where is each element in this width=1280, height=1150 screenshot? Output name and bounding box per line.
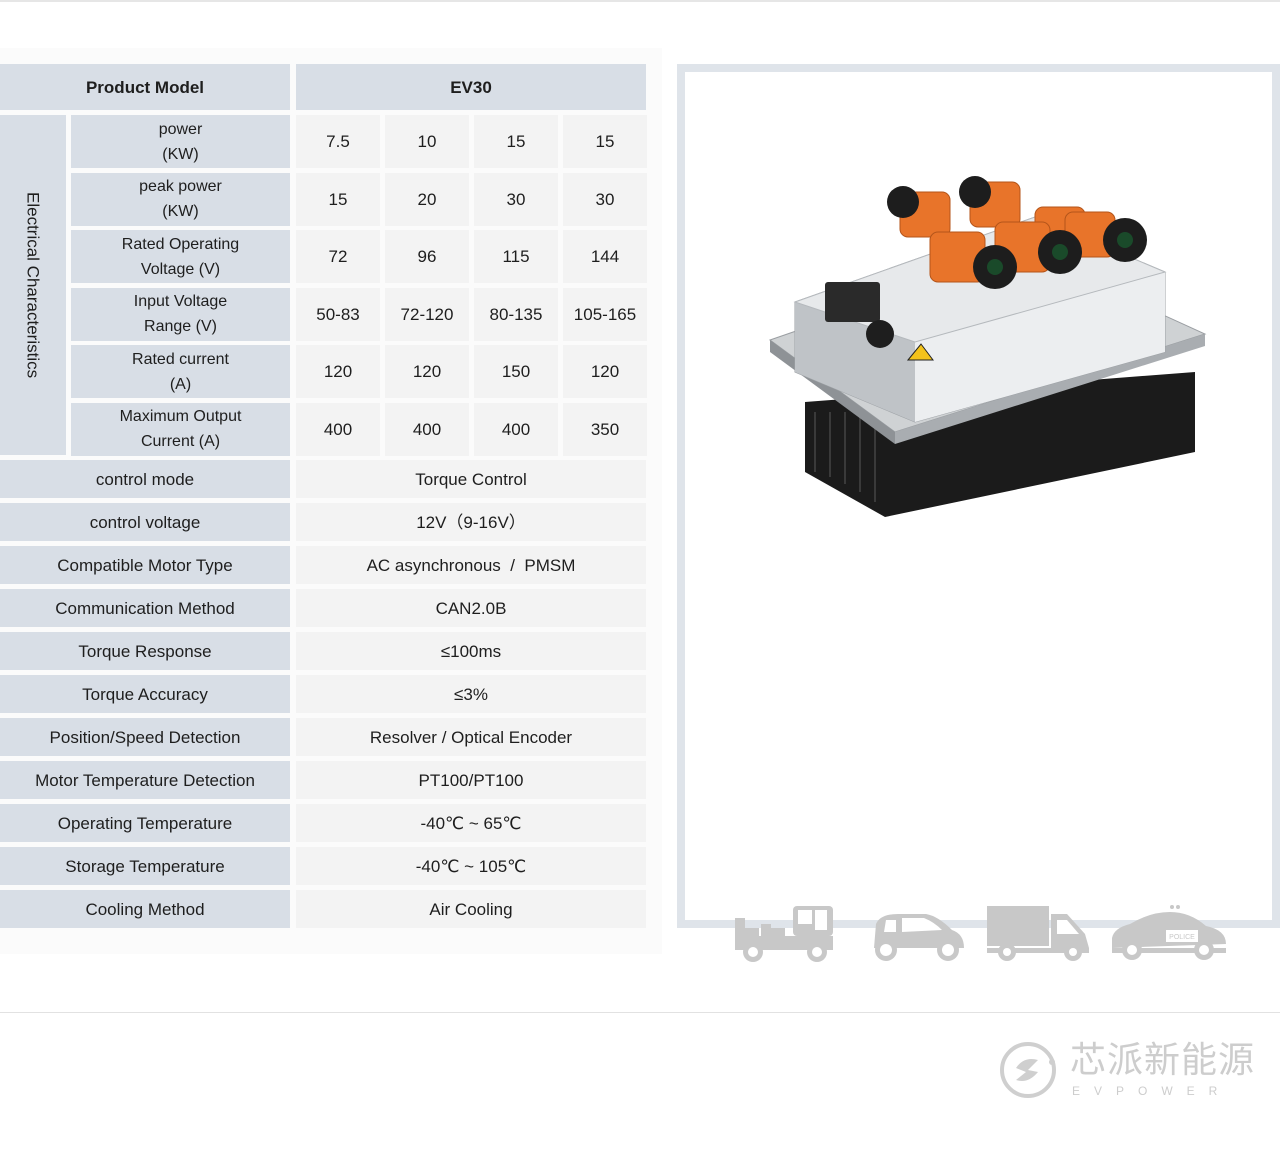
header-label: Product Model (0, 64, 290, 110)
spec-row-label: Motor Temperature Detection (0, 761, 290, 799)
label-line-1: Maximum Output (119, 408, 242, 425)
utility-truck-icon (735, 906, 833, 962)
label-line-1: Rated current (132, 350, 229, 368)
electrical-value-cell: 50-83 (296, 287, 380, 341)
spec-row-label: Torque Response (0, 632, 290, 670)
electrical-value-cell: 400 (385, 402, 469, 456)
electrical-row-label: peak power (KW) (71, 172, 290, 226)
electrical-value-cell: 30 (474, 172, 558, 226)
electrical-value-cell: 10 (385, 115, 469, 168)
electrical-row-label: Rated Operating Voltage (V) (71, 230, 290, 283)
electrical-value-cell: 15 (474, 115, 558, 168)
spec-row-value: Air Cooling (296, 890, 646, 928)
group-label-electrical: Electrical Characteristics (0, 115, 66, 455)
electrical-value-cell: 400 (474, 402, 558, 456)
label-line-2: (KW) (162, 145, 199, 163)
electrical-value-cell: 105-165 (563, 287, 647, 341)
electrical-value-cell: 115 (474, 230, 558, 283)
electrical-value-cell: 120 (385, 345, 469, 398)
electrical-row-label: Maximum Output Current (A) (71, 402, 290, 456)
electrical-value-cell: 30 (563, 172, 647, 226)
spec-table: Product Model EV30 Electrical Characteri… (0, 48, 662, 954)
spec-row-value: ≤3% (296, 675, 646, 713)
spec-row-value: Resolver / Optical Encoder (296, 718, 646, 756)
bottom-divider (0, 1012, 1280, 1013)
electrical-value-cell: 80-135 (474, 287, 558, 341)
electrical-value-cell: 120 (563, 345, 647, 398)
spec-row-value: ≤100ms (296, 632, 646, 670)
spec-row-label: Storage Temperature (0, 847, 290, 885)
label-line-1: power (158, 120, 203, 138)
header-model: EV30 (296, 64, 646, 110)
spec-row-value: CAN2.0B (296, 589, 646, 627)
product-image (768, 176, 1207, 517)
spec-row-value: PT100/PT100 (296, 761, 646, 799)
spec-row-value: -40℃ ~ 65℃ (296, 804, 646, 842)
product-panel: POLICE (677, 64, 1280, 962)
spec-row-label: Position/Speed Detection (0, 718, 290, 756)
label-line-1: peak power (139, 178, 222, 195)
spec-row-label: Compatible Motor Type (0, 546, 290, 584)
group-label-text: Electrical Characteristics (23, 191, 43, 379)
electrical-row-label: power (KW) (71, 115, 290, 168)
electrical-value-cell: 150 (474, 345, 558, 398)
spec-row-label: Operating Temperature (0, 804, 290, 842)
label-line-1: Rated Operating (121, 235, 240, 253)
spec-row-value: -40℃ ~ 105℃ (296, 847, 646, 885)
box-truck-icon (987, 906, 1089, 961)
brand-name-cn: 芯派新能源 (1070, 1040, 1256, 1081)
electrical-value-cell: 120 (296, 345, 380, 398)
compact-car-icon (874, 914, 964, 961)
spec-row-value: AC asynchronous / PMSM (296, 546, 646, 584)
electrical-value-cell: 20 (385, 172, 469, 226)
label-line-1: Input Voltage (133, 293, 228, 310)
electrical-value-cell: 350 (563, 402, 647, 456)
label-line-2: Current (A) (140, 433, 221, 450)
electrical-value-cell: 72-120 (385, 287, 469, 341)
spec-row-label: control voltage (0, 503, 290, 541)
brand-name-en: EVPOWER (1072, 1084, 1232, 1098)
spec-row-value: 12V（9-16V） (296, 503, 646, 541)
police-badge-text: POLICE (1169, 934, 1195, 941)
top-divider (0, 0, 1280, 2)
spec-row-label: control mode (0, 460, 290, 498)
product-panel-inner: POLICE (685, 72, 1272, 962)
spec-row-label: Cooling Method (0, 890, 290, 928)
electrical-value-cell: 144 (563, 230, 647, 283)
electrical-value-cell: 400 (296, 402, 380, 456)
label-line-2: Range (V) (144, 318, 217, 335)
electrical-row-label: Rated current (A) (71, 345, 290, 398)
label-line-2: (A) (169, 375, 192, 393)
electrical-value-cell: 72 (296, 230, 380, 283)
electrical-row-label: Input Voltage Range (V) (71, 287, 290, 341)
electrical-value-cell: 7.5 (296, 115, 380, 168)
spec-row-label: Torque Accuracy (0, 675, 290, 713)
electrical-value-cell: 96 (385, 230, 469, 283)
spec-row-label: Communication Method (0, 589, 290, 627)
electrical-value-cell: 15 (296, 172, 380, 226)
label-line-2: Voltage (V) (140, 260, 221, 278)
police-car-icon: POLICE (1112, 905, 1226, 960)
spec-row-value: Torque Control (296, 460, 646, 498)
label-line-2: (KW) (162, 203, 199, 220)
electrical-value-cell: 15 (563, 115, 647, 168)
brand-logo-icon (1000, 1042, 1056, 1098)
